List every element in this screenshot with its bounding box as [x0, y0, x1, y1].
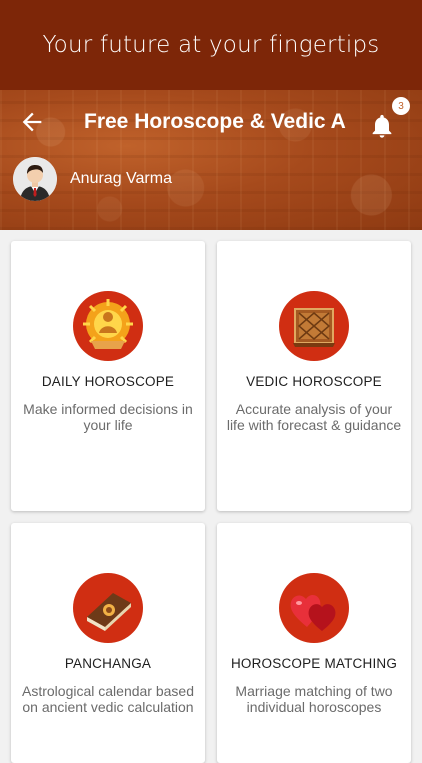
panchanga-card[interactable]: PANCHANGA Astrological calendar based on…	[11, 523, 205, 763]
horoscope-matching-card[interactable]: HOROSCOPE MATCHING Marriage matching of …	[217, 523, 411, 763]
vedic-chart-icon	[279, 291, 349, 361]
daily-horoscope-card[interactable]: DAILY HOROSCOPE Make informed decisions …	[11, 241, 205, 511]
vedic-horoscope-card[interactable]: VEDIC HOROSCOPE Accurate analysis of you…	[217, 241, 411, 511]
card-title: DAILY HOROSCOPE	[41, 374, 175, 389]
card-description: Astrological calendar based on ancient v…	[22, 683, 194, 715]
app-header: Free Horoscope & Vedic A 3 Anurag Varma	[0, 90, 422, 230]
card-description: Make informed decisions in your life	[23, 401, 193, 433]
avatar[interactable]	[13, 157, 57, 201]
card-title: VEDIC HOROSCOPE	[246, 374, 382, 389]
book-icon	[73, 573, 143, 643]
card-description: Marriage matching of two individual horo…	[235, 683, 393, 715]
hearts-icon	[279, 573, 349, 643]
back-button[interactable]	[16, 106, 48, 138]
card-description: Accurate analysis of your life with fore…	[226, 401, 402, 433]
arrow-left-icon	[22, 112, 42, 132]
banner-text: Your future at your fingertips	[42, 32, 380, 58]
card-title: HOROSCOPE MATCHING	[230, 656, 398, 671]
notification-badge: 3	[392, 97, 410, 115]
card-title: PANCHANGA	[64, 656, 152, 671]
promo-banner: Your future at your fingertips	[0, 0, 422, 90]
user-name: Anurag Varma	[70, 170, 172, 187]
bell-icon	[372, 114, 392, 138]
notifications-button[interactable]	[368, 112, 398, 142]
sun-yogi-icon	[73, 291, 143, 361]
app-title: Free Horoscope & Vedic A	[84, 110, 346, 133]
services-grid: DAILY HOROSCOPE Make informed decisions …	[0, 230, 422, 763]
user-avatar-icon	[13, 157, 57, 201]
